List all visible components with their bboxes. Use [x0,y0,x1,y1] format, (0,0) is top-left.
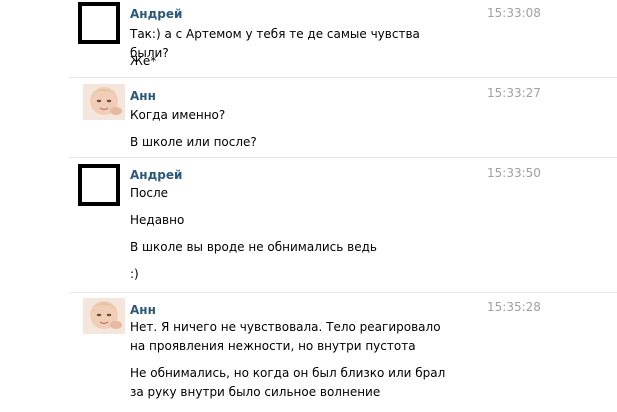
message-time: 15:33:08 [487,6,541,20]
message-time: 15:33:27 [487,86,541,100]
message-text: Когда именно? [130,108,226,122]
avatar[interactable] [83,298,125,334]
message-divider [69,292,617,293]
message-divider [69,77,617,78]
message-text: После [130,186,169,200]
author-name[interactable]: Андрей [130,168,182,182]
message-time: 15:33:50 [487,166,541,180]
chat-history: Андрей 15:33:08 Так:) а с Артемом у тебя… [0,0,617,412]
avatar[interactable] [78,164,120,206]
message-text: Не обнимались, но когда он был близко ил… [130,366,446,399]
author-name[interactable]: Анн [130,303,156,317]
message-text: В школе или после? [130,135,257,149]
avatar[interactable] [83,84,125,120]
author-name[interactable]: Анн [130,89,156,103]
message-text: Же* [130,54,157,68]
message-time: 15:35:28 [487,300,541,314]
avatar[interactable] [78,2,120,44]
message-divider [69,157,617,158]
message-text: Нет. Я ничего не чувствовала. Тело реаги… [130,320,441,353]
message-text: В школе вы вроде не обнимались ведь [130,240,377,254]
author-name[interactable]: Андрей [130,7,182,21]
message-text: Недавно [130,213,185,227]
message-text: :) [130,267,139,281]
